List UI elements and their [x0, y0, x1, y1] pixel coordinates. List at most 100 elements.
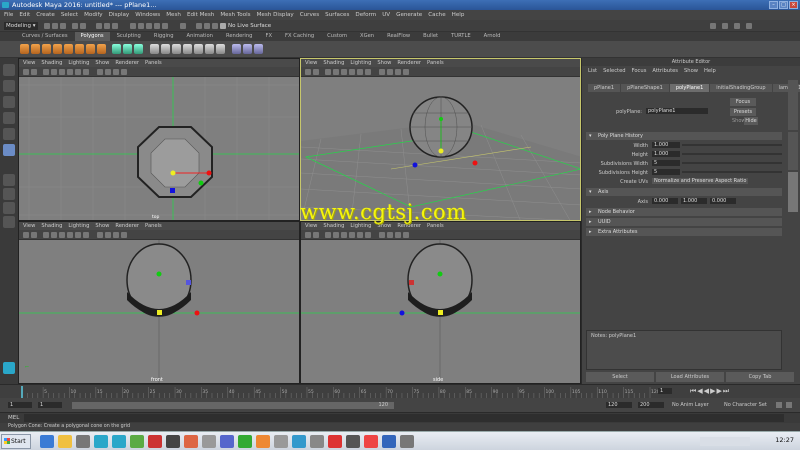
- height-field[interactable]: 1.000: [652, 151, 680, 157]
- app-icon-2[interactable]: [130, 435, 144, 448]
- section-uuid[interactable]: UUID: [586, 218, 782, 226]
- menu-deform[interactable]: Deform: [355, 10, 376, 20]
- vp-menu-renderer[interactable]: Renderer: [115, 222, 139, 230]
- app-icon-4[interactable]: [166, 435, 180, 448]
- node-tab-polyplane1[interactable]: polyPlane1: [669, 84, 710, 92]
- render-view-icon[interactable]: [196, 23, 202, 29]
- isolate-icon[interactable]: [387, 232, 393, 238]
- width-slider[interactable]: [682, 144, 782, 146]
- command-input[interactable]: [24, 414, 784, 422]
- vp-menu-panels[interactable]: Panels: [145, 222, 162, 230]
- menu-uv[interactable]: UV: [382, 10, 390, 20]
- section-node-behavior[interactable]: Node Behavior: [586, 208, 782, 216]
- viewport-persp[interactable]: View Shading Lighting Show Renderer Pane…: [300, 58, 581, 221]
- ae-menu-focus[interactable]: Focus: [632, 68, 647, 74]
- rotate-tool-icon[interactable]: [3, 128, 15, 140]
- poly-sphere-icon[interactable]: [20, 44, 29, 54]
- shelf-tab-rendering[interactable]: Rendering: [220, 32, 259, 41]
- ie-icon[interactable]: [40, 435, 54, 448]
- select-tool-icon[interactable]: [3, 64, 15, 76]
- shelf-tab-animation[interactable]: Animation: [181, 32, 219, 41]
- app-icon-15[interactable]: [364, 435, 378, 448]
- app-icon-9[interactable]: [256, 435, 270, 448]
- app-icon-8[interactable]: [238, 435, 252, 448]
- app-icon-3[interactable]: [148, 435, 162, 448]
- magnet-icon[interactable]: [220, 23, 226, 29]
- create-uvs-dropdown[interactable]: Normalize and Preserve Aspect Ratio: [652, 178, 748, 184]
- xray-icon[interactable]: [379, 232, 385, 238]
- vp-menu-show[interactable]: Show: [95, 59, 109, 67]
- smooth-icon[interactable]: [134, 44, 143, 54]
- subdivisions-width-slider[interactable]: [682, 162, 782, 164]
- modeling-toolkit-toggle-icon[interactable]: [746, 23, 752, 29]
- app-icon-1[interactable]: [76, 435, 90, 448]
- script-language-label[interactable]: MEL: [8, 415, 19, 421]
- wireframe-icon[interactable]: [51, 69, 57, 75]
- menu-select[interactable]: Select: [61, 10, 78, 20]
- tool-settings-toggle-icon[interactable]: [734, 23, 740, 29]
- section-axis[interactable]: Axis: [586, 188, 782, 196]
- shelf-tab-polygons[interactable]: Polygons: [74, 32, 110, 41]
- viewport-front[interactable]: View Shading Lighting Show Renderer Pane…: [18, 221, 300, 384]
- xray-icon[interactable]: [97, 69, 103, 75]
- smooth-shade-icon[interactable]: [59, 69, 65, 75]
- range-bar[interactable]: 120: [72, 402, 394, 409]
- isolate-icon[interactable]: [387, 69, 393, 75]
- boolean-icon[interactable]: [150, 44, 159, 54]
- multi-cut-icon[interactable]: [205, 44, 214, 54]
- menu-generate[interactable]: Generate: [396, 10, 422, 20]
- history-icon[interactable]: [180, 23, 186, 29]
- bookmark-icon[interactable]: [313, 232, 319, 238]
- isolate-icon[interactable]: [105, 69, 111, 75]
- platonic-solid-icon[interactable]: [97, 44, 106, 54]
- shadows-icon[interactable]: [365, 232, 371, 238]
- subdivisions-height-slider[interactable]: [682, 171, 782, 173]
- shelf-tab-turtle[interactable]: TURTLE: [445, 32, 477, 41]
- undo-icon[interactable]: [72, 23, 78, 29]
- side-tab-attribute-editor[interactable]: [788, 172, 798, 212]
- ae-menu-selected[interactable]: Selected: [603, 68, 626, 74]
- hide-button[interactable]: Hide: [744, 117, 758, 125]
- menu-mesh[interactable]: Mesh: [166, 10, 181, 20]
- save-scene-icon[interactable]: [60, 23, 66, 29]
- section-poly-plane-history[interactable]: Poly Plane History: [586, 132, 782, 140]
- character-set-dropdown[interactable]: No Character Set: [724, 402, 767, 408]
- camera-icon[interactable]: [23, 232, 29, 238]
- poly-cube-icon[interactable]: [31, 44, 40, 54]
- app-icon-6[interactable]: [202, 435, 216, 448]
- presets-button[interactable]: Presets: [730, 108, 756, 116]
- isolate-icon[interactable]: [105, 232, 111, 238]
- open-scene-icon[interactable]: [52, 23, 58, 29]
- app-icon-14[interactable]: [346, 435, 360, 448]
- app-icon-13[interactable]: [328, 435, 342, 448]
- menu-surfaces[interactable]: Surfaces: [325, 10, 349, 20]
- attribute-editor-toggle-icon[interactable]: [722, 23, 728, 29]
- vp-menu-show[interactable]: Show: [377, 59, 391, 67]
- width-field[interactable]: 1.000: [652, 142, 680, 148]
- bevel-icon[interactable]: [183, 44, 192, 54]
- vp-menu-view[interactable]: View: [23, 222, 35, 230]
- grid-icon[interactable]: [43, 69, 49, 75]
- menu-mesh-display[interactable]: Mesh Display: [257, 10, 294, 20]
- merge-icon[interactable]: [216, 44, 225, 54]
- extrude-icon[interactable]: [161, 44, 170, 54]
- menu-mesh-tools[interactable]: Mesh Tools: [220, 10, 250, 20]
- menu-file[interactable]: File: [4, 10, 13, 20]
- poly-plane-icon[interactable]: [64, 44, 73, 54]
- select-button[interactable]: Select: [586, 372, 654, 382]
- render-current-icon[interactable]: [204, 23, 210, 29]
- playback-controls[interactable]: ⏮◀◀▶▶⏭: [690, 387, 730, 396]
- load-attributes-button[interactable]: Load Attributes: [656, 372, 724, 382]
- camera-icon[interactable]: [23, 69, 29, 75]
- channel-box-toggle-icon[interactable]: [710, 23, 716, 29]
- move-tool-icon[interactable]: [3, 112, 15, 124]
- separate-icon[interactable]: [123, 44, 132, 54]
- viewport-side[interactable]: View Shading Lighting Show Renderer Pane…: [300, 221, 581, 384]
- snap-point-icon[interactable]: [146, 23, 152, 29]
- snap-curve-icon[interactable]: [138, 23, 144, 29]
- vp-menu-show[interactable]: Show: [95, 222, 109, 230]
- app-icon-17[interactable]: [400, 435, 414, 448]
- time-slider[interactable]: 5 10 15 20 25 30 35 40 45 50 55 60 65 70 75 80 85 90 95 100…: [0, 384, 800, 398]
- ae-menu-show[interactable]: Show: [684, 68, 698, 74]
- select-object-icon[interactable]: [104, 23, 110, 29]
